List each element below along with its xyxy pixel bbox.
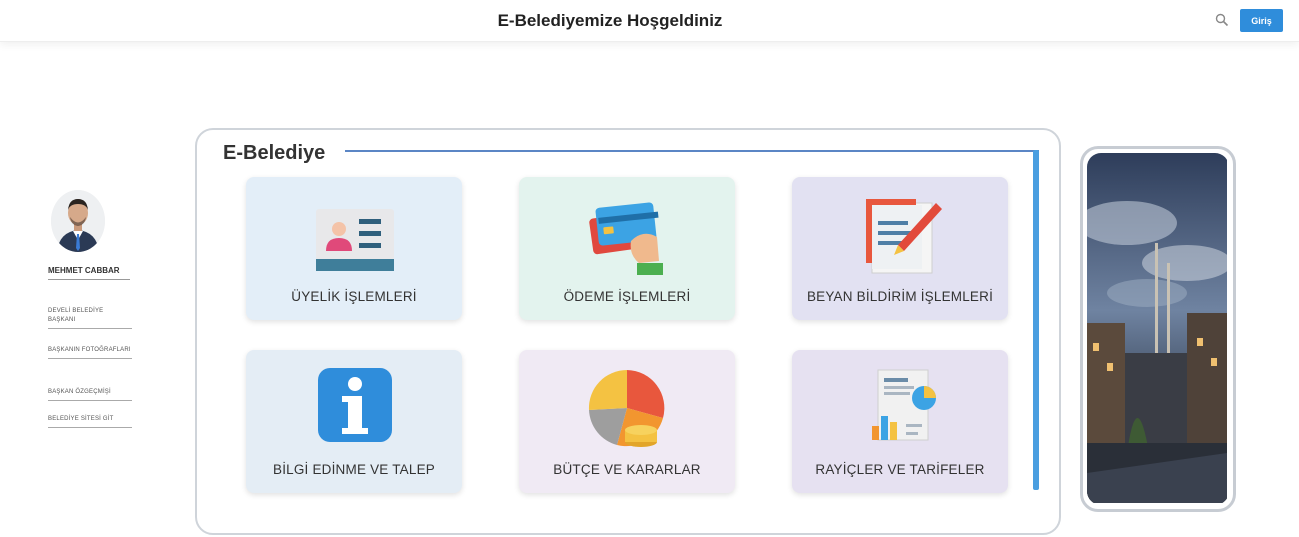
card-membership[interactable]: ÜYELİK İŞLEMLERİ [246, 177, 462, 320]
top-bar: E-Belediyemize Hoşgeldiniz Giriş [0, 0, 1299, 42]
search-icon[interactable] [1215, 13, 1229, 27]
info-icon [318, 368, 392, 442]
title-divider [345, 150, 1039, 152]
budget-pie-icon [588, 369, 665, 447]
sidebar-link-photos[interactable]: BAŞKANIN FOTOĞRAFLARI [48, 346, 132, 359]
card-budget[interactable]: BÜTÇE VE KARARLAR [519, 350, 735, 493]
id-card-icon [316, 209, 394, 271]
card-label: BEYAN BİLDİRİM İŞLEMLERİ [806, 289, 994, 304]
sidebar-link-biography[interactable]: BAŞKAN ÖZGEÇMİŞİ [48, 388, 132, 401]
panel-scrollbar[interactable] [1033, 150, 1039, 490]
city-photo [1087, 153, 1229, 505]
tariff-report-icon [872, 369, 936, 441]
card-label: ÖDEME İŞLEMLERİ [563, 289, 691, 304]
phone-mockup [1080, 146, 1236, 512]
card-information-request[interactable]: BİLGİ EDİNME VE TALEP [246, 350, 462, 493]
payment-card-icon [589, 202, 663, 275]
sidebar-link-mayor-title[interactable]: DEVELİ BELEDİYE BAŞKANI [48, 307, 132, 329]
card-payment[interactable]: ÖDEME İŞLEMLERİ [519, 177, 735, 320]
mayor-name: MEHMET CABBAR [48, 266, 130, 280]
panel-title: E-Belediye [223, 142, 334, 165]
avatar [51, 190, 105, 252]
card-declaration[interactable]: BEYAN BİLDİRİM İŞLEMLERİ [792, 177, 1008, 320]
site-title: E-Belediyemize Hoşgeldiniz [497, 11, 723, 30]
e-municipality-panel: E-Belediye ÜYELİK İŞLEMLERİ ÖDEME İŞLEML… [195, 128, 1061, 535]
card-label: BÜTÇE VE KARARLAR [553, 462, 701, 477]
card-label: BİLGİ EDİNME VE TALEP [272, 462, 435, 477]
card-tariffs[interactable]: RAYİÇLER VE TARİFELER [792, 350, 1008, 493]
declaration-form-icon [866, 199, 942, 274]
card-label: RAYİÇLER VE TARİFELER [815, 462, 985, 477]
login-button[interactable]: Giriş [1240, 9, 1283, 32]
sidebar-link-website[interactable]: BELEDİYE SİTESİ GİT [48, 415, 132, 428]
card-label: ÜYELİK İŞLEMLERİ [291, 289, 417, 304]
